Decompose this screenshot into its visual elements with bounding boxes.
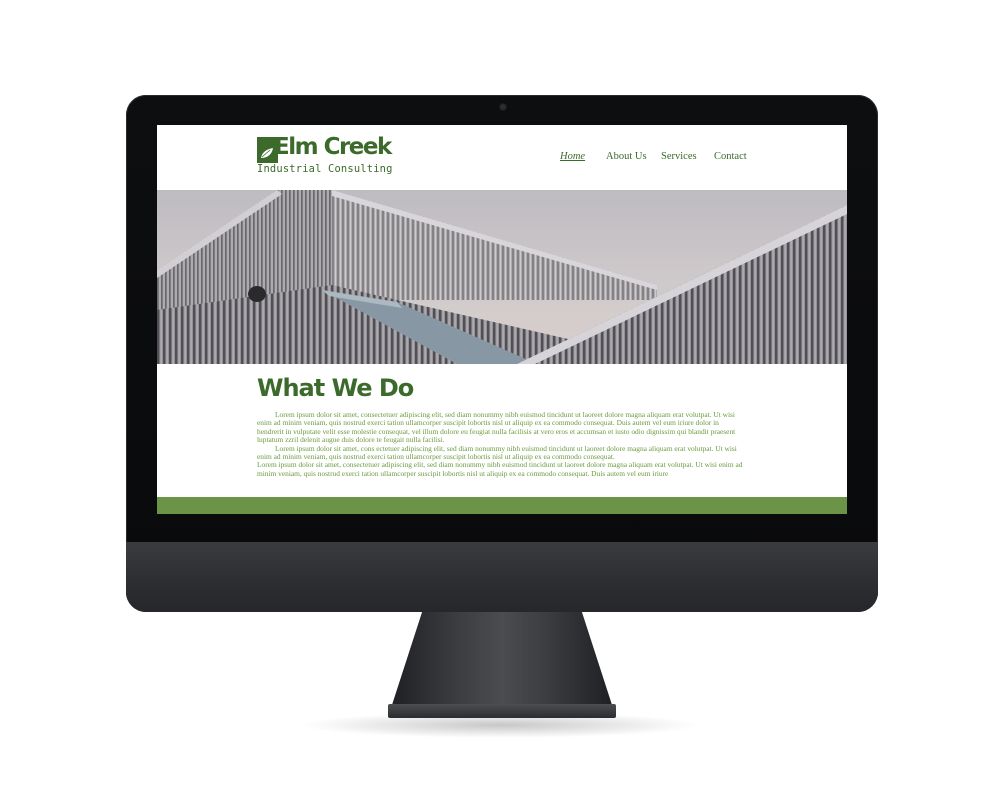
nav-contact-link[interactable]: Contact [714, 151, 747, 162]
monitor-stand-base [388, 704, 616, 718]
body-paragraph: Lorem ipsum dolor sit amet, cons ectetue… [257, 443, 737, 462]
monitor-chin [126, 542, 878, 612]
nav-home-link[interactable]: Home [560, 151, 585, 162]
nav-about-link[interactable]: About Us [606, 151, 647, 162]
section-title: What We Do [257, 374, 414, 402]
footer-band [157, 497, 847, 514]
monitor-stand [391, 612, 613, 708]
nav-services-link[interactable]: Services [661, 151, 697, 162]
webcam-icon [500, 104, 506, 110]
body-paragraph: Lorem ipsum dolor sit amet, consectetuer… [257, 410, 736, 445]
section-body: Lorem ipsum dolor sit amet, consectetuer… [257, 410, 747, 478]
hero-image [157, 190, 847, 364]
website-screen: Elm Creek Industrial Consulting Home Abo… [157, 125, 847, 514]
body-paragraph: Lorem ipsum dolor sit amet, consectetuer… [257, 460, 743, 478]
main-navigation: Home About Us Services Contact [157, 151, 847, 167]
